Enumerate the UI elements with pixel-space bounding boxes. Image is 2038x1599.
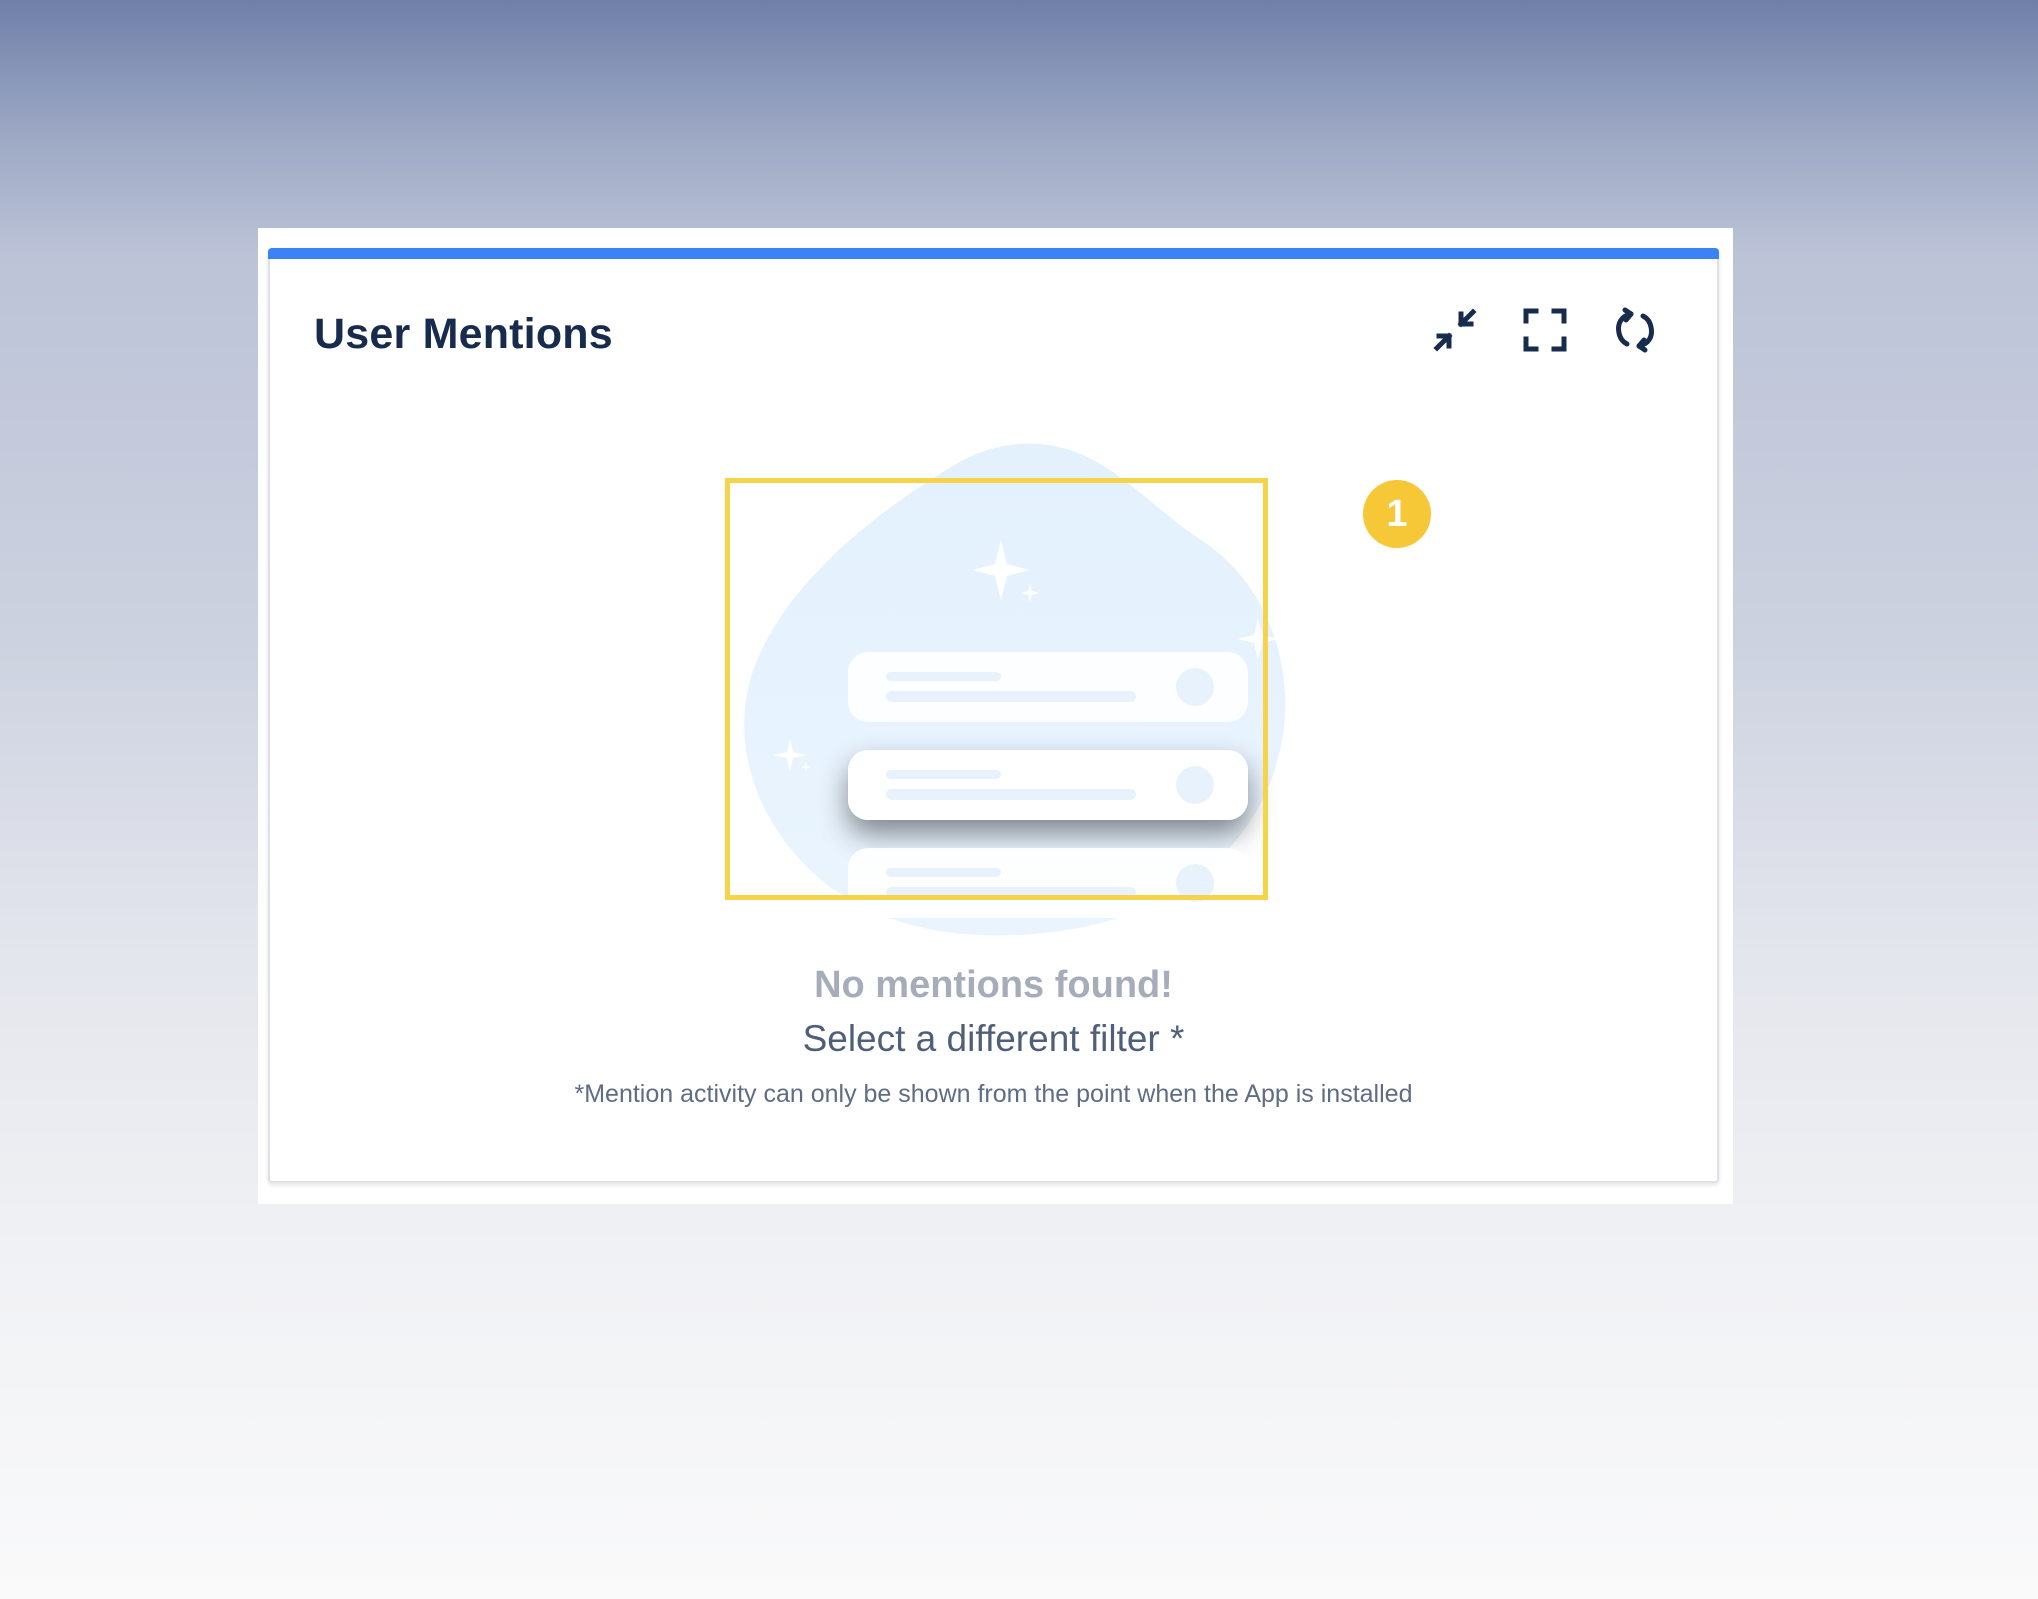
step-number-badge: 1: [1363, 480, 1431, 548]
screenshot-frame: User Mentions 1 No mentions found! Selec…: [258, 228, 1733, 1204]
widget-accent-bar: [268, 248, 1719, 259]
fullscreen-corners-icon: [1523, 308, 1567, 352]
refresh-button[interactable]: [1611, 306, 1659, 354]
empty-state-subtitle: Select a different filter *: [802, 1018, 1185, 1059]
fullscreen-button[interactable]: [1521, 306, 1569, 354]
annotation-highlight-box: [725, 478, 1268, 900]
minimize-button[interactable]: [1431, 306, 1479, 354]
refresh-icon: [1616, 307, 1654, 353]
empty-state-title: No mentions found!: [814, 964, 1173, 1006]
empty-state-note: *Mention activity can only be shown from…: [574, 1080, 1413, 1108]
widget-toolbar: [1431, 306, 1659, 354]
widget-title: User Mentions: [314, 310, 613, 358]
minimize-arrows-icon: [1433, 308, 1477, 352]
user-mentions-widget: User Mentions 1 No mentions found! Selec…: [268, 248, 1719, 1183]
